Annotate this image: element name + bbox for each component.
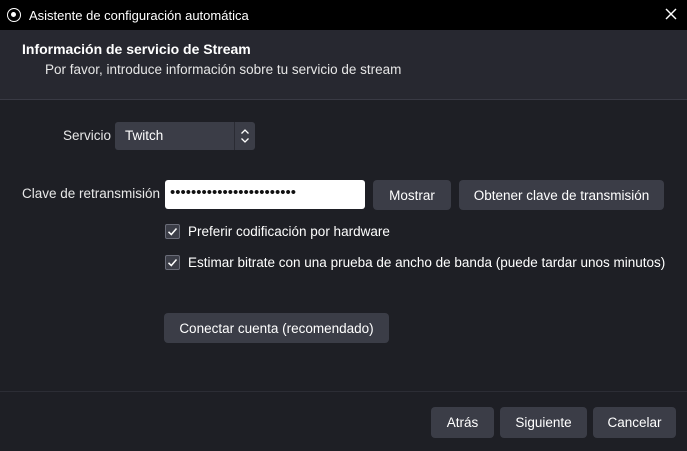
- close-icon[interactable]: [663, 6, 679, 22]
- page-subtitle: Por favor, introduce información sobre t…: [45, 62, 402, 77]
- stream-key-input[interactable]: ••••••••••••••••••••••••: [165, 180, 365, 209]
- service-label: Servicio: [63, 128, 112, 143]
- window-title: Asistente de configuración automática: [29, 7, 249, 23]
- setup-wizard-window: Asistente de configuración automática In…: [0, 0, 687, 451]
- hardware-encoding-checkbox[interactable]: [165, 224, 180, 239]
- service-select[interactable]: Twitch: [115, 122, 255, 150]
- title-bar: Asistente de configuración automática: [0, 0, 687, 30]
- cancel-button[interactable]: Cancelar: [593, 407, 676, 438]
- hardware-encoding-label[interactable]: Preferir codificación por hardware: [188, 224, 390, 239]
- stream-key-label: Clave de retransmisión: [22, 186, 161, 201]
- wizard-header: Información de servicio de Stream Por fa…: [0, 30, 687, 100]
- checkmark-icon: [167, 259, 178, 267]
- footer-divider: [0, 391, 687, 392]
- show-key-button[interactable]: Mostrar: [373, 180, 451, 210]
- obs-logo-icon: [7, 8, 21, 22]
- checkmark-icon: [167, 228, 178, 236]
- back-button[interactable]: Atrás: [431, 407, 494, 438]
- get-stream-key-button[interactable]: Obtener clave de transmisión: [459, 180, 664, 210]
- up-down-arrows-icon: [234, 122, 255, 150]
- bandwidth-test-checkbox[interactable]: [165, 255, 180, 270]
- next-button[interactable]: Siguiente: [500, 407, 587, 438]
- bandwidth-test-label[interactable]: Estimar bitrate con una prueba de ancho …: [188, 255, 665, 270]
- stream-key-value: ••••••••••••••••••••••••: [170, 184, 297, 201]
- connect-account-button[interactable]: Conectar cuenta (recomendado): [164, 313, 389, 343]
- page-title: Información de servicio de Stream: [22, 41, 251, 57]
- service-select-value: Twitch: [125, 128, 164, 143]
